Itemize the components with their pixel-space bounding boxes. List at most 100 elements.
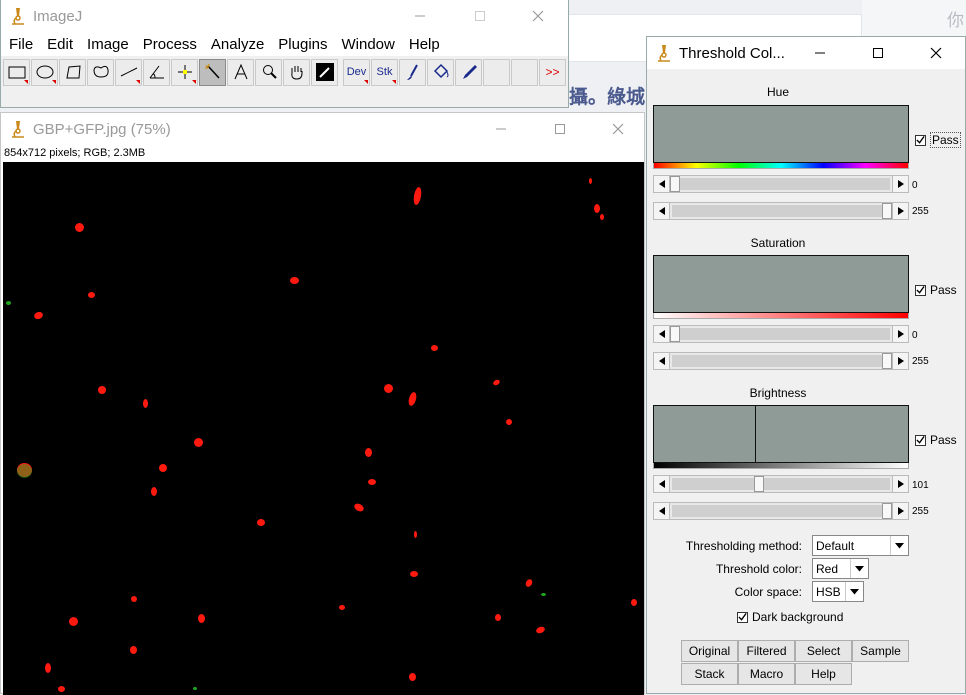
brush-icon	[406, 64, 418, 80]
brightness-max-slider[interactable]	[653, 502, 909, 520]
menu-analyze[interactable]: Analyze	[206, 36, 269, 53]
close-button[interactable]	[515, 0, 561, 32]
hue-max-value: 255	[912, 206, 929, 217]
right-arrow-icon[interactable]	[892, 176, 908, 192]
rectangle-tool[interactable]	[3, 58, 30, 86]
threshold-color-select[interactable]: Red	[812, 558, 869, 579]
right-arrow-icon[interactable]	[892, 203, 908, 219]
select-button[interactable]: Select	[795, 640, 852, 662]
menu-help[interactable]: Help	[404, 36, 445, 53]
threshold-close-button[interactable]	[913, 37, 959, 69]
flood-fill-tool[interactable]	[427, 58, 454, 86]
close-icon	[930, 47, 942, 59]
left-arrow-icon[interactable]	[654, 476, 670, 492]
left-arrow-icon[interactable]	[654, 326, 670, 342]
menu-edit[interactable]: Edit	[42, 36, 78, 53]
dropper-icon	[462, 65, 477, 79]
image-window-title: GBP+GFP.jpg (75%)	[33, 120, 171, 138]
stack-button[interactable]: Stack	[681, 663, 738, 685]
filtered-button[interactable]: Filtered	[738, 640, 795, 662]
polygon-tool[interactable]	[59, 58, 86, 86]
empty-tool-slot-1	[483, 58, 510, 86]
image-minimize-button[interactable]	[478, 113, 524, 145]
color-space-value: HSB	[816, 584, 841, 599]
left-arrow-icon[interactable]	[654, 353, 670, 369]
maximize-button[interactable]	[457, 0, 503, 32]
maximize-icon	[475, 11, 485, 21]
menu-bar: File Edit Image Process Analyze Plugins …	[1, 32, 568, 56]
checkbox-icon	[737, 611, 748, 623]
image-info-text: 854x712 pixels; RGB; 2.3MB	[4, 147, 146, 159]
pass-label: Pass	[930, 433, 957, 447]
hue-max-slider[interactable]	[653, 202, 909, 220]
oval-tool[interactable]	[31, 58, 58, 86]
more-label: >>	[545, 65, 560, 79]
imagej-main-window: ImageJ File Edit Image Process Analyze P…	[0, 0, 569, 108]
left-arrow-icon[interactable]	[654, 203, 670, 219]
pencil-tool[interactable]	[455, 58, 482, 86]
color-picker-tool[interactable]	[311, 58, 338, 86]
menu-image[interactable]: Image	[82, 36, 134, 53]
original-button[interactable]: Original	[681, 640, 738, 662]
background-heading: 攝。綠城	[569, 86, 646, 108]
image-close-button[interactable]	[595, 113, 641, 145]
imagej-titlebar: ImageJ	[1, 0, 568, 32]
right-arrow-icon[interactable]	[892, 476, 908, 492]
saturation-max-slider[interactable]	[653, 352, 909, 370]
close-icon	[612, 123, 624, 135]
menu-plugins[interactable]: Plugins	[273, 36, 332, 53]
wand-tool[interactable]	[199, 58, 226, 86]
hue-pass-checkbox[interactable]: Pass	[915, 132, 961, 148]
image-canvas[interactable]	[3, 162, 644, 695]
image-maximize-button[interactable]	[537, 113, 583, 145]
thresholding-method-value: Default	[816, 538, 855, 553]
menu-window[interactable]: Window	[337, 36, 400, 53]
brightness-pass-checkbox[interactable]: Pass	[915, 433, 957, 447]
close-icon	[532, 10, 544, 22]
minimize-button[interactable]	[397, 0, 443, 32]
zoom-tool[interactable]	[255, 58, 282, 86]
brightness-min-value: 101	[912, 480, 929, 491]
threshold-maximize-button[interactable]	[855, 37, 901, 69]
color-space-select[interactable]: HSB	[812, 581, 864, 602]
left-arrow-icon[interactable]	[654, 176, 670, 192]
menu-process[interactable]: Process	[138, 36, 202, 53]
right-arrow-icon[interactable]	[892, 326, 908, 342]
help-button[interactable]: Help	[795, 663, 852, 685]
chevron-down-icon	[890, 536, 908, 555]
more-tools-button[interactable]: >>	[539, 58, 566, 86]
checkbox-icon	[915, 134, 926, 146]
developer-menu-tool[interactable]: Dev	[343, 58, 370, 86]
minimize-icon	[815, 52, 825, 54]
stack-menu-tool[interactable]: Stk	[371, 58, 398, 86]
dark-background-label: Dark background	[752, 610, 844, 624]
polygon-icon	[65, 65, 81, 79]
menu-file[interactable]: File	[4, 36, 38, 53]
thresholding-method-select[interactable]: Default	[812, 535, 909, 556]
pass-label: Pass	[930, 132, 961, 148]
right-arrow-icon[interactable]	[892, 503, 908, 519]
angle-tool[interactable]	[143, 58, 170, 86]
window-title: ImageJ	[33, 7, 83, 25]
text-tool[interactable]	[227, 58, 254, 86]
thresholding-method-label: Thresholding method:	[685, 538, 802, 553]
line-tool[interactable]	[115, 58, 142, 86]
color-space-row: Color space: HSB	[647, 581, 864, 602]
freehand-tool[interactable]	[87, 58, 114, 86]
saturation-min-slider[interactable]	[653, 325, 909, 343]
text-icon	[234, 63, 247, 80]
scroll-tool[interactable]	[283, 58, 310, 86]
brightness-min-slider[interactable]	[653, 475, 909, 493]
threshold-minimize-button[interactable]	[797, 37, 843, 69]
saturation-pass-checkbox[interactable]: Pass	[915, 283, 957, 297]
right-arrow-icon[interactable]	[892, 353, 908, 369]
brush-tool[interactable]	[399, 58, 426, 86]
left-arrow-icon[interactable]	[654, 503, 670, 519]
point-tool[interactable]	[171, 58, 198, 86]
hand-icon	[290, 66, 302, 80]
macro-button[interactable]: Macro	[738, 663, 795, 685]
dark-background-checkbox[interactable]: Dark background	[737, 610, 843, 624]
sample-button[interactable]: Sample	[852, 640, 909, 662]
hue-min-slider[interactable]	[653, 175, 909, 193]
threshold-color-row: Threshold color: Red	[647, 558, 869, 579]
